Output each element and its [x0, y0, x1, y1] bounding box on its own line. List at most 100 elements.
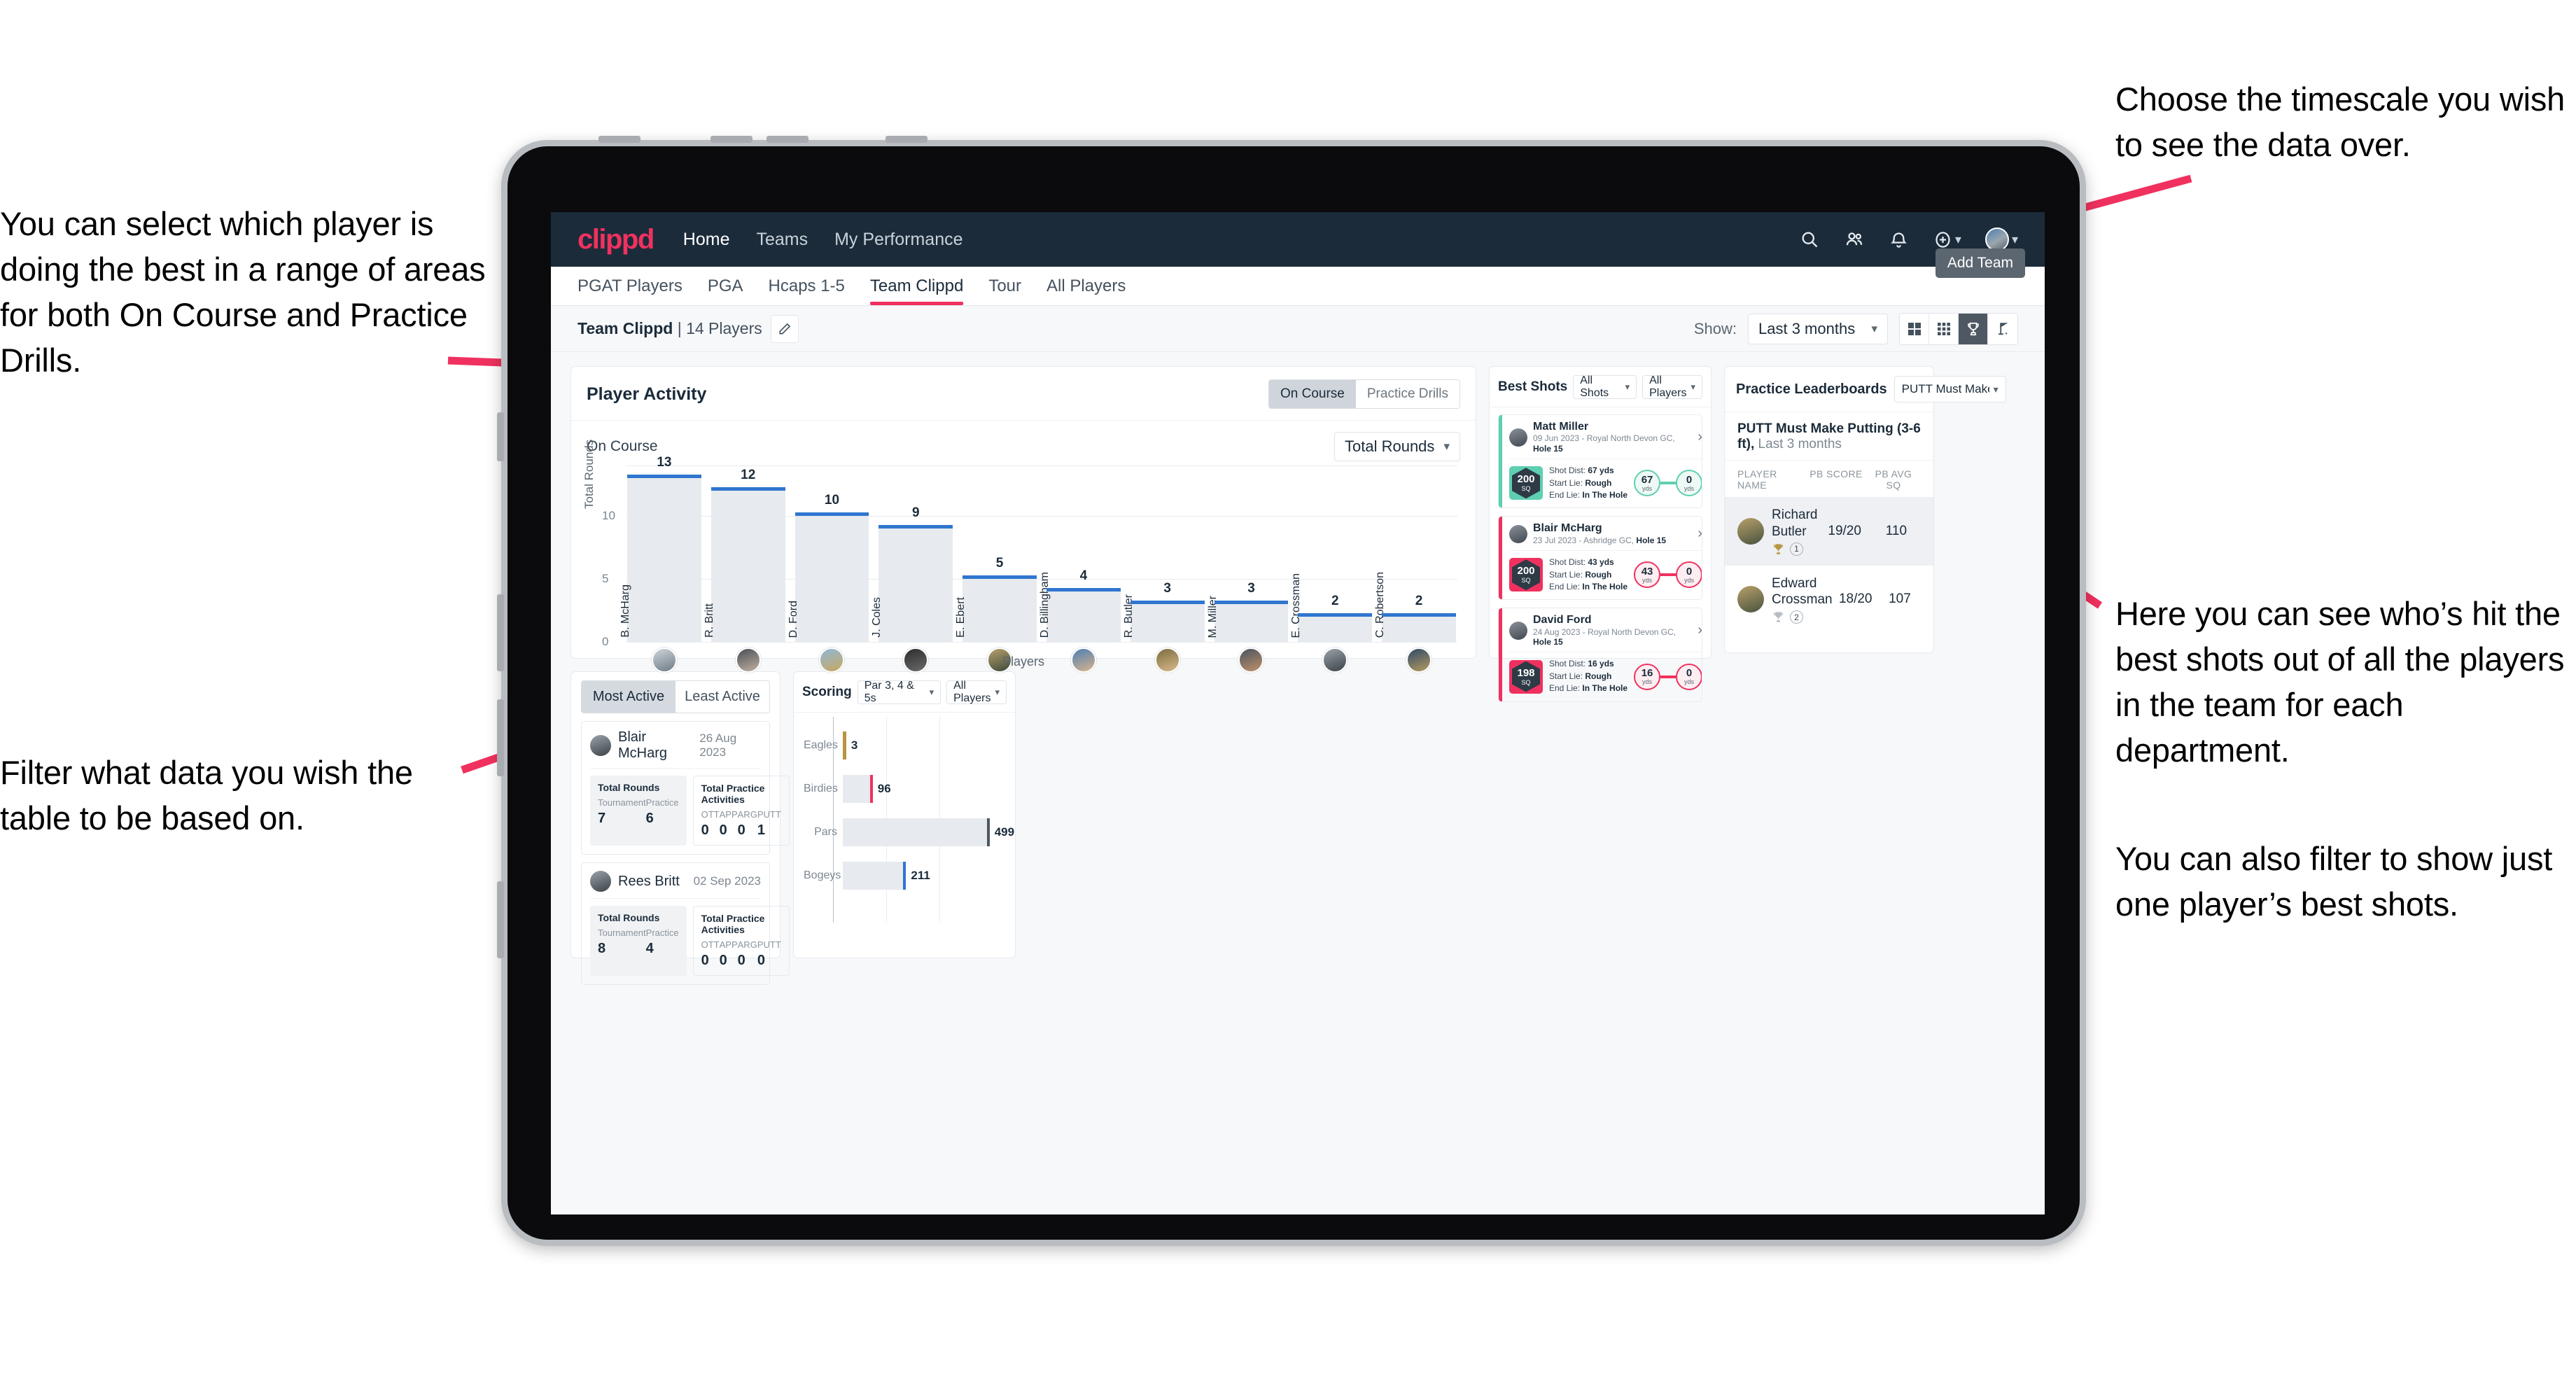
- bell-icon[interactable]: [1889, 229, 1910, 250]
- bar-column[interactable]: 4 D. Billingham: [1039, 465, 1121, 642]
- chevron-right-icon[interactable]: ›: [1698, 622, 1702, 638]
- metric-select[interactable]: Total Rounds ▾: [1334, 432, 1460, 461]
- drill-select[interactable]: PUTT Must Make Putting ... ▾: [1893, 376, 2006, 402]
- activity-ranking-list: Blair McHarg 26 Aug 2023 Total Rounds Tourn…: [571, 721, 790, 985]
- scoring-bar-row[interactable]: Bogeys 211: [804, 854, 1005, 897]
- trophy-icon: [1774, 543, 1783, 554]
- best-shot-hole: Hole 15: [1636, 535, 1667, 545]
- segment-on-course[interactable]: On Course: [1269, 380, 1356, 408]
- scoring-player-filter[interactable]: All Players ▾: [946, 680, 1007, 704]
- tab-team-clippd[interactable]: Team Clippd: [869, 267, 964, 305]
- total-rounds-title: Total Rounds: [598, 912, 660, 923]
- bar-category-label: R. Britt: [703, 603, 715, 638]
- best-shots-player-filter[interactable]: All Players ▾: [1642, 374, 1702, 399]
- nav-link-home[interactable]: Home: [683, 230, 730, 250]
- scoring-bar-row[interactable]: Eagles 3: [804, 724, 1005, 767]
- best-shot-card[interactable]: Blair McHarg 23 Jul 2023 - Ashridge GC, H…: [1498, 516, 1702, 601]
- practice-subtitle-range: Last 3 months: [1758, 437, 1842, 451]
- tab-pga[interactable]: PGA: [708, 267, 743, 305]
- best-shot-distance-viz: 16 yds 0 yds: [1634, 663, 1702, 690]
- view-toggle-trophy[interactable]: [1959, 313, 1988, 344]
- best-shot-distance-viz: 43 yds 0 yds: [1634, 561, 1702, 589]
- rounds-value: 4: [645, 941, 654, 956]
- tablet-device: clippd Home Teams My Performance ▾ ▾ PGA…: [497, 136, 2086, 1246]
- timescale-select[interactable]: Last 3 months ▾: [1748, 313, 1888, 344]
- bar-column[interactable]: 13 B. McHarg: [620, 455, 701, 642]
- chevron-right-icon[interactable]: ›: [1698, 429, 1702, 445]
- table-row[interactable]: Richard Butler 1 19/20 110: [1725, 497, 1933, 566]
- rounds-value: 8: [598, 941, 606, 956]
- bar-column[interactable]: 3 M. Miller: [1207, 465, 1289, 642]
- table-row[interactable]: Edward Crossman 2 18/20 107: [1725, 566, 1933, 634]
- leaderboard-pb-score: 18/20: [1838, 592, 1872, 607]
- best-shot-facts: Shot Dist: 67 yds Start Lie: Rough End Lie…: [1549, 465, 1628, 500]
- segment-practice-drills[interactable]: Practice Drills: [1355, 380, 1460, 408]
- best-shot-card[interactable]: Matt Miller 09 Jun 2023 - Royal North Dev…: [1498, 414, 1702, 509]
- leaderboard-pb-avg-sq: 107: [1889, 592, 1911, 607]
- plus-circle-icon[interactable]: ▾: [1933, 229, 1961, 250]
- edit-team-button[interactable]: [770, 314, 799, 343]
- player-activity-card: Player Activity On Course Practice Drill…: [570, 366, 1476, 673]
- tab-all-players[interactable]: All Players: [1046, 267, 1126, 305]
- view-toggle-grid-2x2[interactable]: [1900, 313, 1929, 344]
- rounds-label: Practice: [645, 797, 679, 808]
- people-icon[interactable]: [1844, 229, 1865, 250]
- badge-value: 198: [1517, 666, 1535, 679]
- rounds-value: 6: [645, 811, 654, 826]
- tab-pgat-players[interactable]: PGAT Players: [578, 267, 682, 305]
- bar-column[interactable]: 5 E. Ebert: [955, 465, 1037, 642]
- bar-value: 2: [1331, 594, 1339, 608]
- best-shots-shot-filter[interactable]: All Shots ▾: [1573, 374, 1637, 399]
- clippd-logo[interactable]: clippd: [578, 224, 654, 255]
- bar-column[interactable]: 12 R. Britt: [704, 465, 785, 642]
- shot-connector: [1660, 573, 1676, 577]
- activity-player-name: Rees Britt: [618, 873, 680, 889]
- team-player-count: 14 Players: [686, 319, 762, 337]
- avatar: [590, 871, 611, 892]
- practice-value: 0: [701, 953, 709, 968]
- column-pb-score: PB SCORE: [1809, 468, 1863, 479]
- bar-column[interactable]: 10 D. Ford: [788, 465, 869, 642]
- bar-column[interactable]: 9 J. Coles: [871, 465, 953, 642]
- tab-tour[interactable]: Tour: [988, 267, 1021, 305]
- leaderboard-pb-avg-sq: 110: [1885, 523, 1907, 538]
- scoring-bar-cap: [869, 775, 873, 803]
- bar-column[interactable]: 2 E. Crossman: [1290, 465, 1373, 642]
- best-shot-score-badge: 198 SQ: [1509, 659, 1543, 694]
- bar-column[interactable]: 2 C. Robertson: [1374, 465, 1456, 642]
- scoring-par-filter[interactable]: Par 3, 4 & 5s ▾: [857, 680, 941, 704]
- practice-label: ARG: [737, 939, 757, 950]
- best-shot-card[interactable]: David Ford 24 Aug 2023 - Royal North Devo…: [1498, 608, 1702, 702]
- best-shot-meta: 09 Jun 2023 - Royal North Devon GC, Hole…: [1533, 433, 1675, 454]
- practice-label: PUTT: [757, 809, 781, 820]
- activity-ranking-item[interactable]: Rees Britt 02 Sep 2023 Total Rounds Tournam…: [581, 862, 790, 985]
- metric-select-value: Total Rounds: [1345, 438, 1435, 455]
- scoring-bar-row[interactable]: Birdies 96: [804, 767, 1005, 811]
- bar-column[interactable]: 3 R. Butler: [1123, 465, 1205, 642]
- practice-value: 0: [737, 822, 746, 838]
- tab-hcaps-1-5[interactable]: Hcaps 1-5: [769, 267, 845, 305]
- nav-link-my-performance[interactable]: My Performance: [834, 230, 962, 250]
- avatar: [1737, 517, 1764, 545]
- search-icon[interactable]: [1799, 229, 1820, 250]
- avatar: [1509, 428, 1527, 447]
- activity-ranking-item[interactable]: Blair McHarg 26 Aug 2023 Total Rounds Tourn…: [581, 721, 790, 855]
- app-screen: clippd Home Teams My Performance ▾ ▾ PGA…: [551, 212, 2045, 1214]
- activity-player-name: Blair McHarg: [618, 729, 668, 761]
- scoring-player-filter-value: All Players: [953, 680, 991, 704]
- view-toggle-grid-3x3[interactable]: [1929, 313, 1959, 344]
- tab-least-active[interactable]: Least Active: [676, 681, 769, 713]
- nav-link-teams[interactable]: Teams: [756, 230, 808, 250]
- scoring-bar-row[interactable]: Pars 499: [804, 811, 1014, 854]
- activity-subheader: On Course Total Rounds ▾: [587, 432, 1460, 461]
- leaderboard-rank: 1: [1790, 542, 1803, 556]
- chevron-right-icon[interactable]: ›: [1698, 526, 1702, 542]
- avatar-menu[interactable]: ▾: [1984, 227, 2018, 251]
- device-button-side-4: [497, 881, 504, 958]
- tab-most-active[interactable]: Most Active: [582, 681, 676, 713]
- team-separator: |: [677, 319, 682, 337]
- scoring-bar-cap: [903, 862, 906, 890]
- scoring-title: Scoring: [802, 685, 852, 699]
- best-shot-player-name: Blair McHarg: [1533, 522, 1602, 535]
- view-toggle-flag[interactable]: [1988, 313, 2017, 344]
